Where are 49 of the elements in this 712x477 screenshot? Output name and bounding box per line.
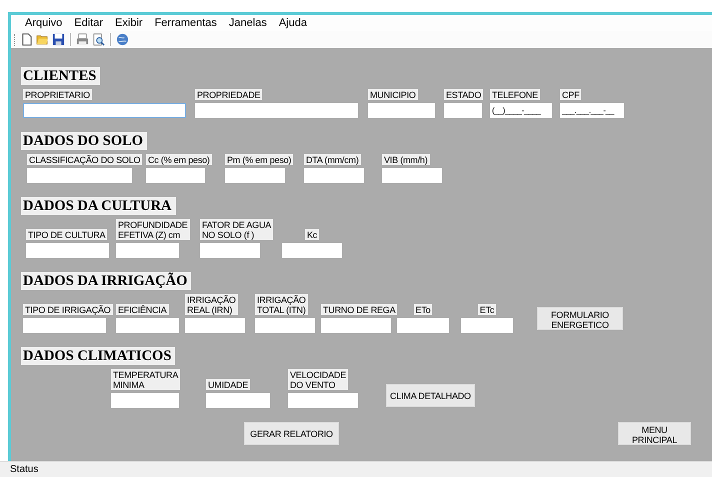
field-label: Kc (304, 229, 320, 240)
menu-item[interactable]: Arquivo (19, 17, 68, 29)
field-label: IRRIGAÇÃO REAL (IRN) (185, 294, 238, 315)
field-label: PROPRIEDADE (195, 89, 262, 100)
input-field[interactable] (23, 103, 186, 118)
field-label: TIPO DE CULTURA (26, 229, 108, 240)
action-button[interactable]: MENU PRINCIPAL (618, 422, 691, 445)
field-label: TELEFONE (490, 89, 540, 100)
section-heading: CLIENTES (21, 67, 100, 85)
field-label: MUNICIPIO (368, 89, 418, 100)
field-label: ETc (478, 304, 496, 315)
field-label: ETo (414, 304, 432, 315)
input-field[interactable]: ___.___.___-__ (560, 103, 624, 118)
field-label: ESTADO (444, 89, 484, 100)
section-heading: DADOS DA IRRIGAÇÃO (21, 272, 192, 290)
field-label: Pm (% em peso) (225, 154, 294, 165)
form-button[interactable]: CLIMA DETALHADO (386, 384, 475, 407)
action-button[interactable]: GERAR RELATORIO (244, 422, 339, 445)
menu-item[interactable]: Editar (68, 17, 110, 29)
menu-item[interactable]: Janelas (222, 17, 273, 29)
printer-icon[interactable] (76, 33, 89, 46)
field-label: IRRIGAÇÃO TOTAL (ITN) (255, 294, 308, 315)
field-label: Cc (% em peso) (146, 154, 212, 165)
form-button[interactable]: FORMULARIO ENERGETICO (537, 307, 623, 330)
field-label: EFICIÊNCIA (116, 304, 169, 315)
field-label: TIPO DE IRRIGAÇÃO (23, 304, 113, 315)
folder-icon[interactable] (36, 33, 49, 46)
menu-item[interactable]: Exibir (109, 17, 149, 29)
globe-icon[interactable] (116, 33, 129, 46)
new-document-icon[interactable] (20, 33, 33, 46)
field-label: CPF (560, 89, 582, 100)
field-label: VIB (mm/h) (382, 154, 430, 165)
field-label: CLASSIFICAÇÃO DO SOLO (27, 154, 142, 165)
section-heading: DADOS DO SOLO (21, 132, 148, 150)
field-label: VELOCIDADE DO VENTO (288, 369, 348, 390)
field-label: PROPRIETARIO (23, 89, 92, 100)
field-label: TURNO DE REGA (321, 304, 398, 315)
input-field[interactable]: (__)____-____ (490, 103, 552, 118)
menu-item[interactable]: Ajuda (272, 17, 313, 29)
field-label: UMIDADE (206, 379, 250, 390)
field-label: FATOR DE AGUA NO SOLO (f ) (200, 219, 274, 240)
field-label: TEMPERATURA MINIMA (111, 369, 180, 390)
status-text: Status (10, 464, 38, 475)
field-label: PROFUNDIDADE EFETIVA (Z) cm (116, 219, 190, 240)
field-label: DTA (mm/cm) (304, 154, 361, 165)
section-heading: DADOS DA CULTURA (21, 197, 176, 215)
section-heading: DADOS CLIMATICOS (21, 347, 176, 365)
print-preview-icon[interactable] (92, 33, 105, 46)
menu-item[interactable]: Ferramentas (148, 17, 223, 29)
